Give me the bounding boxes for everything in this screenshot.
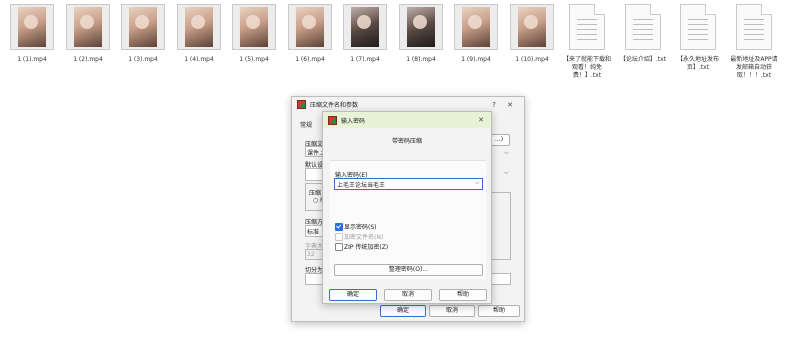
- show-password-checkbox[interactable]: [335, 223, 343, 231]
- file-name: 最新地址及APP请发邮箱自动获取！！！.txt: [730, 56, 778, 79]
- password-cancel-button[interactable]: 取消: [384, 289, 432, 301]
- help-button[interactable]: 帮助: [478, 305, 520, 317]
- video-file-item[interactable]: 1 (8).mp4: [397, 4, 445, 64]
- video-file-item[interactable]: 1 (2).mp4: [64, 4, 112, 64]
- encrypt-names-label: 加密文件名(N): [344, 234, 384, 241]
- chevron-down-icon[interactable]: ⌵: [475, 179, 480, 187]
- thumbnail-image: [18, 7, 46, 47]
- file-name: 1 (9).mp4: [461, 56, 491, 63]
- video-thumbnail: [399, 4, 443, 50]
- winrar-icon: [297, 100, 306, 109]
- text-document-icon: [680, 4, 716, 50]
- password-dialog-title: 输入密码: [341, 117, 366, 125]
- file-name: 1 (10).mp4: [515, 56, 549, 63]
- cancel-button[interactable]: 取消: [429, 305, 475, 317]
- video-file-item[interactable]: 1 (9).mp4: [452, 4, 500, 64]
- winrar-icon: [328, 115, 337, 125]
- file-name: 【永久地址发布页】.txt: [676, 56, 719, 71]
- thumbnail-image: [407, 7, 435, 47]
- thumbnail-image: [296, 7, 324, 47]
- password-input[interactable]: 上毛王论坛当毛王 ⌵: [334, 178, 483, 190]
- video-file-item[interactable]: 1 (1).mp4: [8, 4, 56, 64]
- close-icon[interactable]: ✕: [502, 101, 518, 109]
- zip-legacy-label: ZIP 传统加密(Z): [344, 244, 389, 251]
- video-file-item[interactable]: 1 (5).mp4: [230, 4, 278, 64]
- thumbnail-image: [518, 7, 546, 47]
- password-ok-button[interactable]: 确定: [329, 289, 377, 301]
- archive-dialog-title: 压缩文件名和参数: [310, 102, 359, 109]
- video-file-item[interactable]: 1 (4).mp4: [175, 4, 223, 64]
- password-dialog: 输入密码 ✕ 带密码压缩 输入密码(E) 上毛王论坛当毛王 ⌵ 显示密码(S) …: [322, 111, 492, 304]
- file-name: 1 (1).mp4: [17, 56, 47, 63]
- chevron-down-icon[interactable]: ⌵: [504, 169, 509, 177]
- file-name: 1 (3).mp4: [128, 56, 158, 63]
- video-thumbnail: [10, 4, 54, 50]
- text-file-item[interactable]: 最新地址及APP请发邮箱自动获取！！！.txt: [730, 4, 778, 80]
- password-heading: 带密码压缩: [391, 138, 422, 145]
- text-file-item[interactable]: 【论坛介绍】.txt: [619, 4, 667, 64]
- text-document-icon: [736, 4, 772, 50]
- file-name: 【来了就能下载和观看！纯免费！】.txt: [563, 56, 612, 79]
- video-thumbnail: [454, 4, 498, 50]
- thumbnail-image: [462, 7, 490, 47]
- password-help-button[interactable]: 帮助: [439, 289, 487, 301]
- file-name: 1 (7).mp4: [350, 56, 380, 63]
- zip-legacy-checkbox[interactable]: [335, 243, 343, 251]
- text-file-item[interactable]: 【来了就能下载和观看！纯免费！】.txt: [563, 4, 611, 80]
- thumbnail-image: [129, 7, 157, 47]
- close-icon[interactable]: ✕: [473, 116, 489, 124]
- video-thumbnail: [343, 4, 387, 50]
- thumbnail-image: [74, 7, 102, 47]
- help-question-icon[interactable]: ?: [486, 101, 502, 109]
- video-thumbnail: [288, 4, 332, 50]
- file-name: 1 (4).mp4: [184, 56, 214, 63]
- show-password-label: 显示密码(S): [344, 224, 377, 231]
- chevron-down-icon[interactable]: ⌵: [504, 149, 509, 157]
- text-file-item[interactable]: 【永久地址发布页】.txt: [674, 4, 722, 72]
- file-name: 1 (8).mp4: [406, 56, 436, 63]
- file-name: 1 (5).mp4: [239, 56, 269, 63]
- thumbnail-image: [185, 7, 213, 47]
- video-file-item[interactable]: 1 (6).mp4: [286, 4, 334, 64]
- text-document-icon: [569, 4, 605, 50]
- ok-button[interactable]: 确定: [380, 305, 426, 317]
- video-thumbnail: [232, 4, 276, 50]
- video-file-item[interactable]: 1 (7).mp4: [341, 4, 389, 64]
- file-name: 1 (6).mp4: [295, 56, 325, 63]
- archive-dialog-titlebar[interactable]: 压缩文件名和参数 ? ✕: [292, 97, 524, 112]
- video-thumbnail: [121, 4, 165, 50]
- video-thumbnail: [66, 4, 110, 50]
- video-thumbnail: [510, 4, 554, 50]
- thumbnail-image: [240, 7, 268, 47]
- file-name: 1 (2).mp4: [73, 56, 103, 63]
- video-file-item[interactable]: 1 (3).mp4: [119, 4, 167, 64]
- video-thumbnail: [177, 4, 221, 50]
- password-dialog-titlebar[interactable]: 输入密码 ✕: [323, 112, 491, 128]
- organize-passwords-button[interactable]: 整理密码(O)...: [334, 264, 483, 276]
- thumbnail-image: [351, 7, 379, 47]
- video-file-item[interactable]: 1 (10).mp4: [508, 4, 556, 64]
- format-label: 压缩: [309, 190, 322, 197]
- file-name: 【论坛介绍】.txt: [619, 56, 667, 63]
- encrypt-names-checkbox[interactable]: [335, 233, 343, 241]
- text-document-icon: [625, 4, 661, 50]
- tab-general[interactable]: 常规: [300, 120, 312, 129]
